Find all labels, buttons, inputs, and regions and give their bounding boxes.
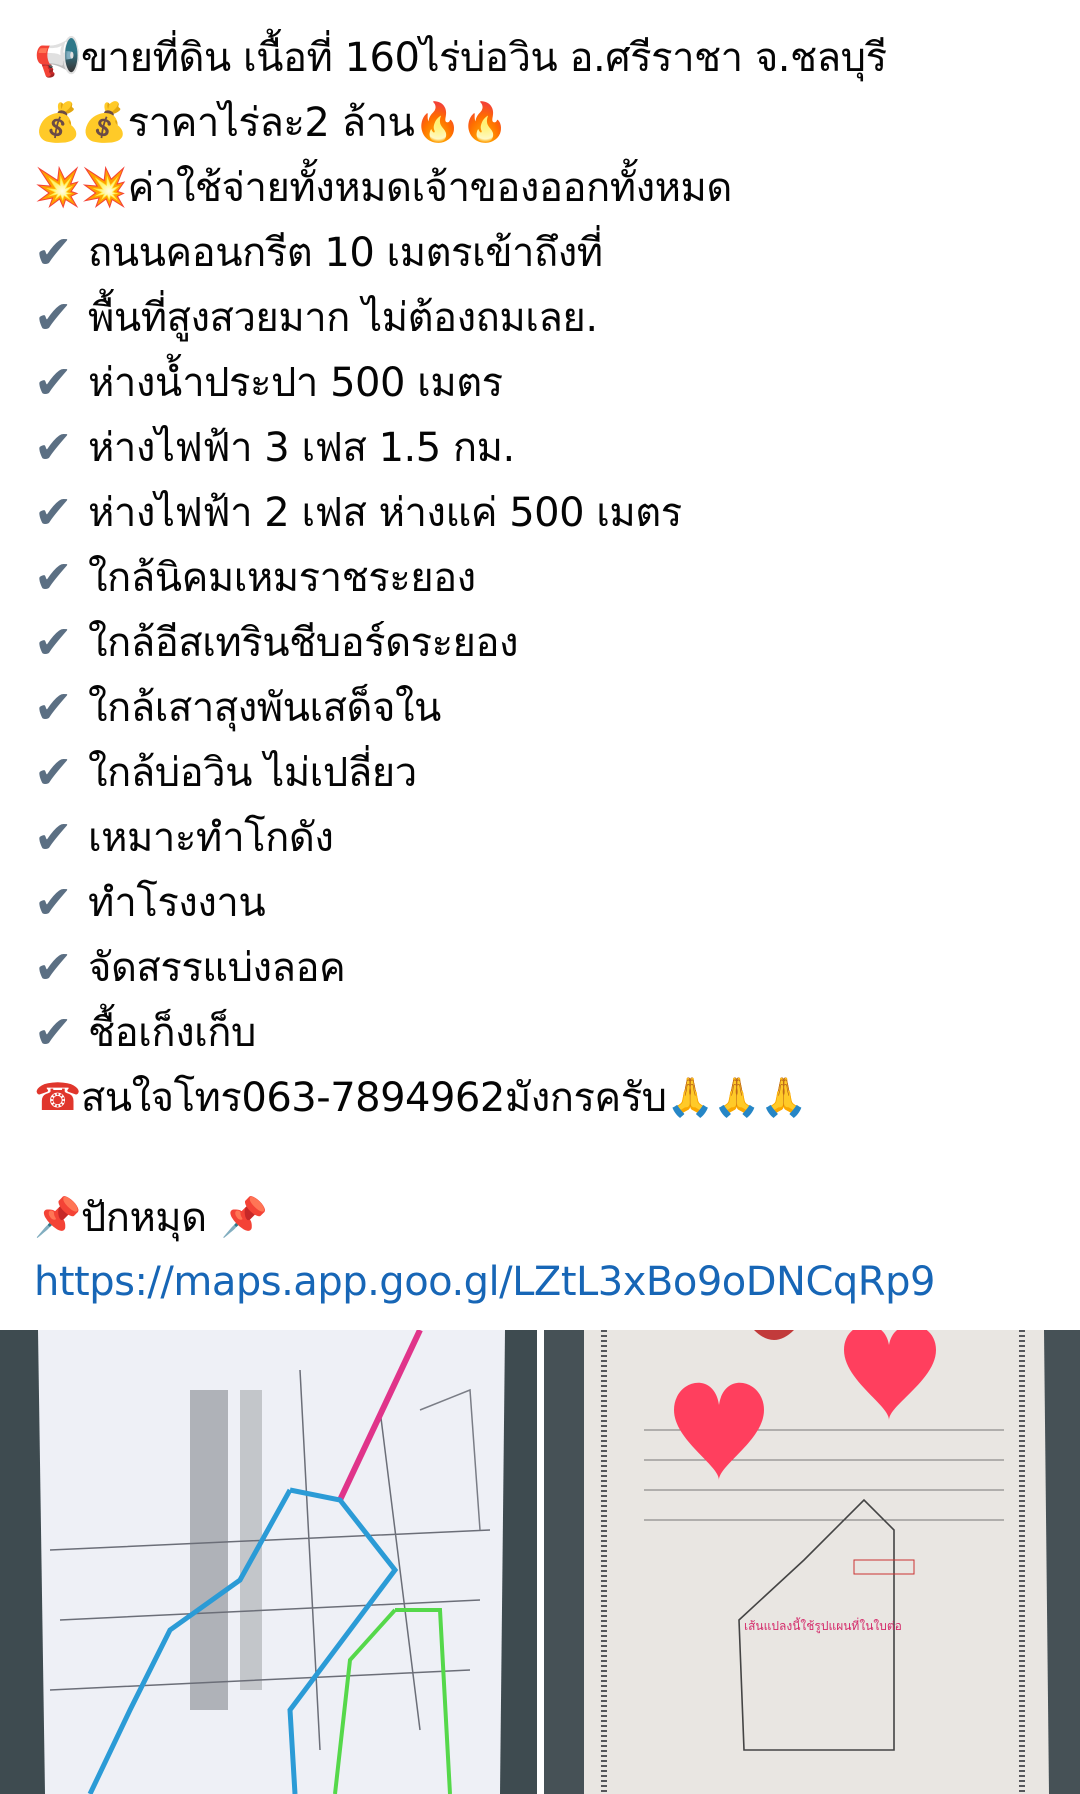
post: 📢 ขายที่ดิน เนื้อที่ 160ไร่บ่อวิน อ.ศรีรา…: [0, 0, 1080, 1794]
pushpin-icon: 📌: [220, 1194, 268, 1239]
map-link[interactable]: https://maps.app.goo.gl/LZtL3xBo9oDNCqRp…: [34, 1259, 935, 1305]
feature-text: ทำโรงงาน: [88, 879, 266, 926]
headline-line: 📢 ขายที่ดิน เนื้อที่ 160ไร่บ่อวิน อ.ศรีรา…: [34, 24, 1054, 89]
contact-line: ☎ สนใจโทร063-7894962มังกรครับ 🙏🙏🙏: [34, 1064, 1054, 1129]
check-mark-icon: ✔: [34, 549, 73, 604]
check-mark-icon: ✔: [34, 224, 73, 279]
feature-text: จัดสรรแบ่งลอค: [88, 944, 346, 991]
feature-text: ห่างไฟฟ้า 3 เฟส 1.5 กม.: [88, 424, 515, 471]
feature-item: ✔ ใกล้นิคมเหมราชระยอง: [34, 544, 1054, 609]
feature-text: ชื้อเก็งเก็บ: [88, 1009, 256, 1056]
check-mark-icon: ✔: [34, 1004, 73, 1059]
contact-text: สนใจโทร063-7894962มังกรครับ: [80, 1074, 667, 1121]
feature-item: ✔ เหมาะทำโกดัง: [34, 804, 1054, 869]
costs-text: ค่าใช้จ่ายทั้งหมดเจ้าของออกทั้งหมด: [127, 164, 733, 211]
feature-text: ห่างน้ำประปา 500 เมตร: [88, 359, 503, 406]
praying-hands-icon: 🙏🙏🙏: [666, 1074, 808, 1119]
land-deed-image: เส้นแปลงนี้ใช้รูปแผนที่ในใบต่อ: [584, 1330, 1049, 1794]
price-text: ราคาไร่ละ2 ล้าน: [127, 99, 415, 146]
headline-text: ขายที่ดิน เนื้อที่ 160ไร่บ่อวิน อ.ศรีราช…: [80, 34, 887, 81]
feature-text: ห่างไฟฟ้า 2 เฟส ห่างแค่ 500 เมตร: [88, 489, 682, 536]
fire-icon: 🔥🔥: [414, 99, 509, 144]
check-mark-icon: ✔: [34, 939, 73, 994]
check-mark-icon: ✔: [34, 419, 73, 474]
post-text: 📢 ขายที่ดิน เนื้อที่ 160ไร่บ่อวิน อ.ศรีรา…: [34, 24, 1054, 1314]
feature-item: ✔ ใกล้เสาสุงพันเสด็จใน: [34, 674, 1054, 739]
check-mark-icon: ✔: [34, 744, 73, 799]
feature-item: ✔ ใกล้บ่อวิน ไม่เปลี่ยว: [34, 739, 1054, 804]
land-deed-photo[interactable]: เส้นแปลงนี้ใช้รูปแผนที่ในใบต่อ: [544, 1330, 1080, 1794]
land-map-image: [38, 1330, 505, 1794]
check-mark-icon: ✔: [34, 484, 73, 539]
check-mark-icon: ✔: [34, 289, 73, 344]
feature-item: ✔ ถนนคอนกรีต 10 เมตรเข้าถึงที่: [34, 219, 1054, 284]
feature-item: ✔ ห่างไฟฟ้า 3 เฟส 1.5 กม.: [34, 414, 1054, 479]
feature-text: ถนนคอนกรีต 10 เมตรเข้าถึงที่: [88, 229, 603, 276]
check-mark-icon: ✔: [34, 809, 73, 864]
pin-line: 📌 ปักหมุด 📌: [34, 1184, 1054, 1249]
feature-text: ใกล้บ่อวิน ไม่เปลี่ยว: [88, 749, 417, 796]
explosion-icon: 💥💥: [34, 164, 128, 209]
feature-item: ✔ ชื้อเก็งเก็บ: [34, 999, 1054, 1064]
check-mark-icon: ✔: [34, 614, 73, 669]
feature-text: ใกล้อีสเทรินชีบอร์ดระยอง: [88, 619, 519, 666]
feature-item: ✔ พื้นที่สูงสวยมาก ไม่ต้องถมเลย.: [34, 284, 1054, 349]
feature-text: เหมาะทำโกดัง: [88, 814, 334, 861]
feature-item: ✔ จัดสรรแบ่งลอค: [34, 934, 1054, 999]
check-mark-icon: ✔: [34, 874, 73, 929]
feature-text: ใกล้นิคมเหมราชระยอง: [88, 554, 476, 601]
map-link-line: https://maps.app.goo.gl/LZtL3xBo9oDNCqRp…: [34, 1249, 1054, 1314]
feature-item: ✔ ทำโรงงาน: [34, 869, 1054, 934]
megaphone-icon: 📢: [34, 34, 81, 79]
feature-item: ✔ ใกล้อีสเทรินชีบอร์ดระยอง: [34, 609, 1054, 674]
feature-text: ใกล้เสาสุงพันเสด็จใน: [88, 684, 441, 731]
photo-gallery: เส้นแปลงนี้ใช้รูปแผนที่ในใบต่อ: [0, 1330, 1080, 1794]
pushpin-icon: 📌: [34, 1194, 81, 1239]
feature-text: พื้นที่สูงสวยมาก ไม่ต้องถมเลย.: [88, 294, 598, 341]
land-map-photo[interactable]: [0, 1330, 537, 1794]
money-bag-icon: 💰💰: [34, 99, 128, 144]
feature-item: ✔ ห่างน้ำประปา 500 เมตร: [34, 349, 1054, 414]
check-mark-icon: ✔: [34, 354, 73, 409]
check-mark-icon: ✔: [34, 679, 73, 734]
costs-line: 💥💥 ค่าใช้จ่ายทั้งหมดเจ้าของออกทั้งหมด: [34, 154, 1054, 219]
pin-text: ปักหมุด: [80, 1194, 207, 1241]
svg-text:เส้นแปลงนี้ใช้รูปแผนที่ในใบต่อ: เส้นแปลงนี้ใช้รูปแผนที่ในใบต่อ: [744, 1617, 902, 1634]
feature-item: ✔ ห่างไฟฟ้า 2 เฟส ห่างแค่ 500 เมตร: [34, 479, 1054, 544]
price-line: 💰💰 ราคาไร่ละ2 ล้าน 🔥🔥: [34, 89, 1054, 154]
telephone-icon: ☎: [34, 1074, 81, 1119]
